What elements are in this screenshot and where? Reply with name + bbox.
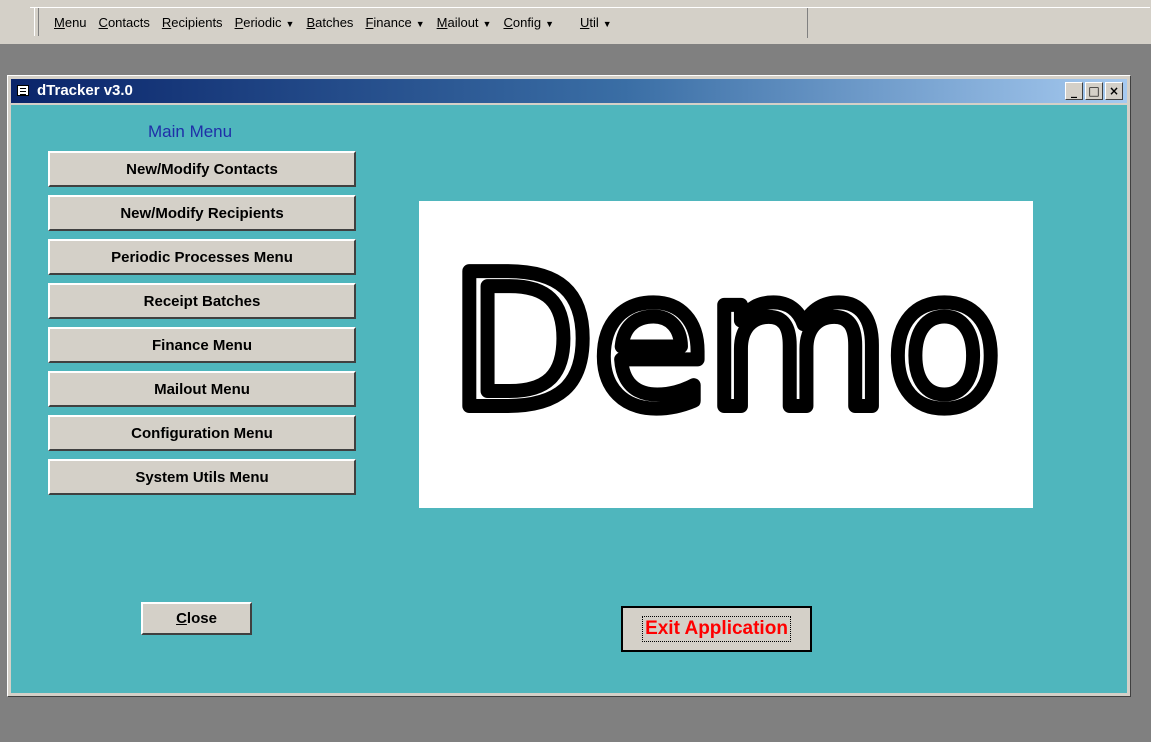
menu-item-label: Finance: [365, 14, 412, 30]
exit-application-button[interactable]: Exit Application: [621, 606, 812, 652]
dropdown-arrow-icon: ▼: [545, 18, 554, 29]
menu-item-label: Periodic: [234, 14, 282, 30]
main-menu-label: Main Menu: [148, 122, 233, 141]
menu-item-label: Contacts: [98, 14, 150, 30]
new-modify-contacts-button[interactable]: New/Modify Contacts: [48, 151, 356, 187]
menu-item-mailout[interactable]: Mailout ▼: [431, 15, 498, 30]
window-controls: _ □ ×: [1065, 82, 1123, 100]
dropdown-arrow-icon: ▼: [602, 18, 612, 29]
finance-menu-button[interactable]: Finance Menu: [48, 327, 356, 363]
new-modify-recipients-button[interactable]: New/Modify Recipients: [48, 195, 356, 231]
app-window: dTracker v3.0 _ □ × Main Menu New/Modify…: [7, 75, 1131, 697]
menu-item-util[interactable]: Util ▼: [574, 15, 618, 30]
menu-item-config[interactable]: Config ▼: [497, 15, 560, 30]
toolbar-grip-handle[interactable]: [34, 8, 39, 36]
demo-logo-panel: Demo: [419, 201, 1033, 508]
form-body: Main Menu New/Modify Contacts New/Modify…: [11, 105, 1127, 693]
maximize-button[interactable]: □: [1085, 82, 1103, 100]
minimize-button[interactable]: _: [1065, 82, 1083, 100]
title-bar[interactable]: dTracker v3.0 _ □ ×: [11, 79, 1127, 103]
menu-item-menu[interactable]: Menu: [48, 15, 93, 30]
periodic-processes-menu-button[interactable]: Periodic Processes Menu: [48, 239, 356, 275]
menu-bar: Menu Contacts Recipients Periodic ▼ Batch…: [0, 0, 1151, 45]
demo-logo-text: Demo: [451, 234, 1001, 450]
menu-item-contacts[interactable]: Contacts: [93, 15, 156, 30]
menu-item-batches[interactable]: Batches: [300, 15, 359, 30]
menu-item-finance[interactable]: Finance ▼: [359, 15, 430, 30]
menu-item-label: Util: [579, 14, 599, 30]
close-button[interactable]: Close: [141, 602, 252, 635]
demo-logo: Demo: [444, 227, 1008, 457]
system-utils-menu-button[interactable]: System Utils Menu: [48, 459, 356, 495]
window-title: dTracker v3.0: [37, 82, 133, 99]
form-icon: [17, 85, 29, 96]
toolbar-edge: [807, 8, 808, 38]
close-window-button[interactable]: ×: [1105, 82, 1123, 100]
menu-item-periodic[interactable]: Periodic ▼: [229, 15, 301, 30]
menu-item-label: Batches: [306, 14, 354, 30]
menu-item-recipients[interactable]: Recipients: [156, 15, 229, 30]
mailout-menu-button[interactable]: Mailout Menu: [48, 371, 356, 407]
menu-item-label: Recipients: [161, 14, 223, 30]
menu-item-label: Mailout: [436, 14, 479, 30]
exit-application-label: Exit Application: [642, 616, 791, 642]
configuration-menu-button[interactable]: Configuration Menu: [48, 415, 356, 451]
menu-item-label: Menu: [54, 14, 87, 30]
dropdown-arrow-icon: ▼: [285, 18, 295, 29]
receipt-batches-button[interactable]: Receipt Batches: [48, 283, 356, 319]
close-button-label: Close: [176, 610, 217, 627]
dropdown-arrow-icon: ▼: [482, 18, 492, 29]
menu-item-label: Config: [503, 14, 542, 30]
menu-items: Menu Contacts Recipients Periodic ▼ Batch…: [48, 0, 618, 44]
dropdown-arrow-icon: ▼: [415, 18, 425, 29]
